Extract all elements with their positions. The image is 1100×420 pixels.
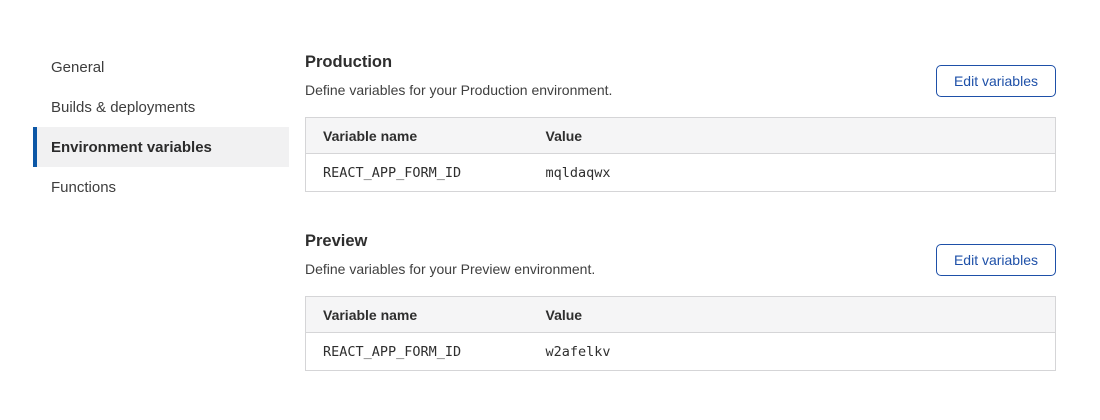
value-column-header: Value bbox=[529, 297, 1056, 333]
production-section-text: Production Define variables for your Pro… bbox=[305, 52, 612, 99]
settings-sidebar: General Builds & deployments Environment… bbox=[33, 47, 289, 207]
variable-name-column-header: Variable name bbox=[306, 118, 529, 154]
preview-section: Preview Define variables for your Previe… bbox=[305, 231, 1056, 371]
variable-value-cell: mqldaqwx bbox=[529, 154, 1056, 192]
sidebar-item-general[interactable]: General bbox=[33, 47, 289, 87]
variable-name-cell: REACT_APP_FORM_ID bbox=[306, 154, 529, 192]
production-edit-variables-button[interactable]: Edit variables bbox=[936, 65, 1056, 97]
sidebar-item-label: General bbox=[51, 59, 104, 76]
sidebar-item-label: Builds & deployments bbox=[51, 99, 195, 116]
sidebar-item-functions[interactable]: Functions bbox=[33, 167, 289, 207]
variable-value-cell: w2afelkv bbox=[529, 333, 1056, 371]
environment-variables-panel: Production Define variables for your Pro… bbox=[305, 52, 1056, 371]
table-row: REACT_APP_FORM_ID w2afelkv bbox=[306, 333, 1056, 371]
value-column-header: Value bbox=[529, 118, 1056, 154]
variable-name-cell: REACT_APP_FORM_ID bbox=[306, 333, 529, 371]
sidebar-item-label: Environment variables bbox=[51, 139, 212, 156]
table-header-row: Variable name Value bbox=[306, 118, 1056, 154]
table-header-row: Variable name Value bbox=[306, 297, 1056, 333]
sidebar-item-builds-deployments[interactable]: Builds & deployments bbox=[33, 87, 289, 127]
production-section-header: Production Define variables for your Pro… bbox=[305, 52, 1056, 99]
preview-section-title: Preview bbox=[305, 231, 595, 252]
preview-section-text: Preview Define variables for your Previe… bbox=[305, 231, 595, 278]
table-row: REACT_APP_FORM_ID mqldaqwx bbox=[306, 154, 1056, 192]
variable-name-column-header: Variable name bbox=[306, 297, 529, 333]
preview-section-description: Define variables for your Preview enviro… bbox=[305, 261, 595, 278]
sidebar-item-environment-variables[interactable]: Environment variables bbox=[33, 127, 289, 167]
sidebar-item-label: Functions bbox=[51, 179, 116, 196]
production-section-description: Define variables for your Production env… bbox=[305, 82, 612, 99]
preview-section-header: Preview Define variables for your Previe… bbox=[305, 231, 1056, 278]
preview-edit-variables-button[interactable]: Edit variables bbox=[936, 244, 1056, 276]
preview-variables-table: Variable name Value REACT_APP_FORM_ID w2… bbox=[305, 296, 1056, 371]
production-section-title: Production bbox=[305, 52, 612, 73]
production-variables-table: Variable name Value REACT_APP_FORM_ID mq… bbox=[305, 117, 1056, 192]
production-section: Production Define variables for your Pro… bbox=[305, 52, 1056, 192]
